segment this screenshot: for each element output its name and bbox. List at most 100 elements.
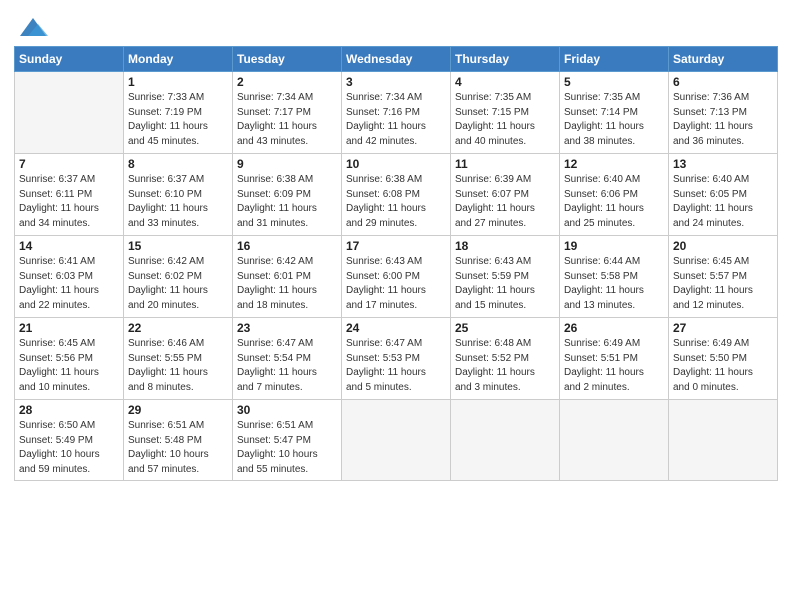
calendar-header-row: SundayMondayTuesdayWednesdayThursdayFrid… (15, 47, 778, 72)
calendar-cell: 29 Sunrise: 6:51 AMSunset: 5:48 PMDayligh… (124, 400, 233, 481)
calendar-cell: 28 Sunrise: 6:50 AMSunset: 5:49 PMDayligh… (15, 400, 124, 481)
day-number: 30 (237, 403, 337, 417)
calendar-cell: 26 Sunrise: 6:49 AMSunset: 5:51 PMDayligh… (560, 318, 669, 400)
day-info: Sunrise: 6:44 AMSunset: 5:58 PMDaylight:… (564, 255, 664, 313)
day-info: Sunrise: 6:51 AMSunset: 5:48 PMDaylight:… (128, 419, 228, 477)
calendar-cell: 16 Sunrise: 6:42 AMSunset: 6:01 PMDayligh… (233, 236, 342, 318)
weekday-header: Wednesday (342, 47, 451, 72)
day-number: 16 (237, 239, 337, 253)
day-info: Sunrise: 6:45 AMSunset: 5:57 PMDaylight:… (673, 255, 773, 313)
day-number: 1 (128, 75, 228, 89)
day-info: Sunrise: 6:47 AMSunset: 5:53 PMDaylight:… (346, 337, 446, 395)
day-number: 7 (19, 157, 119, 171)
day-number: 9 (237, 157, 337, 171)
day-number: 25 (455, 321, 555, 335)
calendar-cell: 21 Sunrise: 6:45 AMSunset: 5:56 PMDayligh… (15, 318, 124, 400)
day-info: Sunrise: 6:38 AMSunset: 6:09 PMDaylight:… (237, 173, 337, 231)
weekday-header: Monday (124, 47, 233, 72)
day-number: 3 (346, 75, 446, 89)
day-number: 26 (564, 321, 664, 335)
calendar-cell: 12 Sunrise: 6:40 AMSunset: 6:06 PMDayligh… (560, 154, 669, 236)
calendar-cell (451, 400, 560, 481)
calendar-cell: 27 Sunrise: 6:49 AMSunset: 5:50 PMDayligh… (669, 318, 778, 400)
calendar: SundayMondayTuesdayWednesdayThursdayFrid… (14, 46, 778, 481)
calendar-cell: 1 Sunrise: 7:33 AMSunset: 7:19 PMDaylight… (124, 72, 233, 154)
day-info: Sunrise: 6:39 AMSunset: 6:07 PMDaylight:… (455, 173, 555, 231)
day-number: 28 (19, 403, 119, 417)
calendar-cell: 3 Sunrise: 7:34 AMSunset: 7:16 PMDaylight… (342, 72, 451, 154)
calendar-cell (669, 400, 778, 481)
day-number: 13 (673, 157, 773, 171)
weekday-header: Tuesday (233, 47, 342, 72)
header (14, 10, 778, 38)
weekday-header: Saturday (669, 47, 778, 72)
day-number: 23 (237, 321, 337, 335)
calendar-cell: 18 Sunrise: 6:43 AMSunset: 5:59 PMDayligh… (451, 236, 560, 318)
day-info: Sunrise: 6:49 AMSunset: 5:50 PMDaylight:… (673, 337, 773, 395)
week-row: 21 Sunrise: 6:45 AMSunset: 5:56 PMDayligh… (15, 318, 778, 400)
logo-icon (18, 14, 48, 38)
calendar-cell: 24 Sunrise: 6:47 AMSunset: 5:53 PMDayligh… (342, 318, 451, 400)
day-number: 27 (673, 321, 773, 335)
day-info: Sunrise: 6:38 AMSunset: 6:08 PMDaylight:… (346, 173, 446, 231)
day-number: 20 (673, 239, 773, 253)
day-number: 2 (237, 75, 337, 89)
day-info: Sunrise: 6:37 AMSunset: 6:11 PMDaylight:… (19, 173, 119, 231)
calendar-cell: 8 Sunrise: 6:37 AMSunset: 6:10 PMDaylight… (124, 154, 233, 236)
day-info: Sunrise: 7:35 AMSunset: 7:15 PMDaylight:… (455, 91, 555, 149)
calendar-cell: 7 Sunrise: 6:37 AMSunset: 6:11 PMDaylight… (15, 154, 124, 236)
week-row: 7 Sunrise: 6:37 AMSunset: 6:11 PMDaylight… (15, 154, 778, 236)
weekday-header: Sunday (15, 47, 124, 72)
calendar-cell: 22 Sunrise: 6:46 AMSunset: 5:55 PMDayligh… (124, 318, 233, 400)
day-number: 24 (346, 321, 446, 335)
day-number: 11 (455, 157, 555, 171)
day-info: Sunrise: 6:40 AMSunset: 6:06 PMDaylight:… (564, 173, 664, 231)
calendar-cell: 25Sunrise: 6:48 AMSunset: 5:52 PMDayligh… (451, 318, 560, 400)
calendar-cell: 10Sunrise: 6:38 AMSunset: 6:08 PMDayligh… (342, 154, 451, 236)
day-number: 21 (19, 321, 119, 335)
day-info: Sunrise: 6:50 AMSunset: 5:49 PMDaylight:… (19, 419, 119, 477)
day-number: 22 (128, 321, 228, 335)
day-number: 8 (128, 157, 228, 171)
day-info: Sunrise: 6:40 AMSunset: 6:05 PMDaylight:… (673, 173, 773, 231)
calendar-cell: 9 Sunrise: 6:38 AMSunset: 6:09 PMDaylight… (233, 154, 342, 236)
day-info: Sunrise: 6:46 AMSunset: 5:55 PMDaylight:… (128, 337, 228, 395)
calendar-cell: 4 Sunrise: 7:35 AMSunset: 7:15 PMDaylight… (451, 72, 560, 154)
day-number: 12 (564, 157, 664, 171)
day-info: Sunrise: 6:42 AMSunset: 6:01 PMDaylight:… (237, 255, 337, 313)
day-number: 19 (564, 239, 664, 253)
day-info: Sunrise: 7:36 AMSunset: 7:13 PMDaylight:… (673, 91, 773, 149)
calendar-cell (15, 72, 124, 154)
calendar-cell: 2 Sunrise: 7:34 AMSunset: 7:17 PMDaylight… (233, 72, 342, 154)
calendar-cell: 6 Sunrise: 7:36 AMSunset: 7:13 PMDaylight… (669, 72, 778, 154)
day-info: Sunrise: 6:49 AMSunset: 5:51 PMDaylight:… (564, 337, 664, 395)
day-number: 29 (128, 403, 228, 417)
day-info: Sunrise: 7:35 AMSunset: 7:14 PMDaylight:… (564, 91, 664, 149)
day-info: Sunrise: 7:33 AMSunset: 7:19 PMDaylight:… (128, 91, 228, 149)
logo (14, 14, 48, 38)
calendar-cell: 15Sunrise: 6:42 AMSunset: 6:02 PMDayligh… (124, 236, 233, 318)
day-info: Sunrise: 7:34 AMSunset: 7:17 PMDaylight:… (237, 91, 337, 149)
calendar-cell: 13 Sunrise: 6:40 AMSunset: 6:05 PMDayligh… (669, 154, 778, 236)
day-number: 14 (19, 239, 119, 253)
weekday-header: Thursday (451, 47, 560, 72)
day-info: Sunrise: 6:37 AMSunset: 6:10 PMDaylight:… (128, 173, 228, 231)
calendar-cell: 11 Sunrise: 6:39 AMSunset: 6:07 PMDayligh… (451, 154, 560, 236)
calendar-cell: 19 Sunrise: 6:44 AMSunset: 5:58 PMDayligh… (560, 236, 669, 318)
day-number: 4 (455, 75, 555, 89)
day-number: 17 (346, 239, 446, 253)
day-info: Sunrise: 7:34 AMSunset: 7:16 PMDaylight:… (346, 91, 446, 149)
calendar-cell: 5 Sunrise: 7:35 AMSunset: 7:14 PMDaylight… (560, 72, 669, 154)
week-row: 28 Sunrise: 6:50 AMSunset: 5:49 PMDayligh… (15, 400, 778, 481)
day-info: Sunrise: 6:43 AMSunset: 5:59 PMDaylight:… (455, 255, 555, 313)
calendar-cell: 23Sunrise: 6:47 AMSunset: 5:54 PMDayligh… (233, 318, 342, 400)
day-info: Sunrise: 6:45 AMSunset: 5:56 PMDaylight:… (19, 337, 119, 395)
page: SundayMondayTuesdayWednesdayThursdayFrid… (0, 0, 792, 612)
day-number: 5 (564, 75, 664, 89)
calendar-cell: 30 Sunrise: 6:51 AMSunset: 5:47 PMDayligh… (233, 400, 342, 481)
calendar-cell: 14Sunrise: 6:41 AMSunset: 6:03 PMDayligh… (15, 236, 124, 318)
day-number: 18 (455, 239, 555, 253)
calendar-cell: 17Sunrise: 6:43 AMSunset: 6:00 PMDayligh… (342, 236, 451, 318)
day-number: 6 (673, 75, 773, 89)
day-info: Sunrise: 6:51 AMSunset: 5:47 PMDaylight:… (237, 419, 337, 477)
